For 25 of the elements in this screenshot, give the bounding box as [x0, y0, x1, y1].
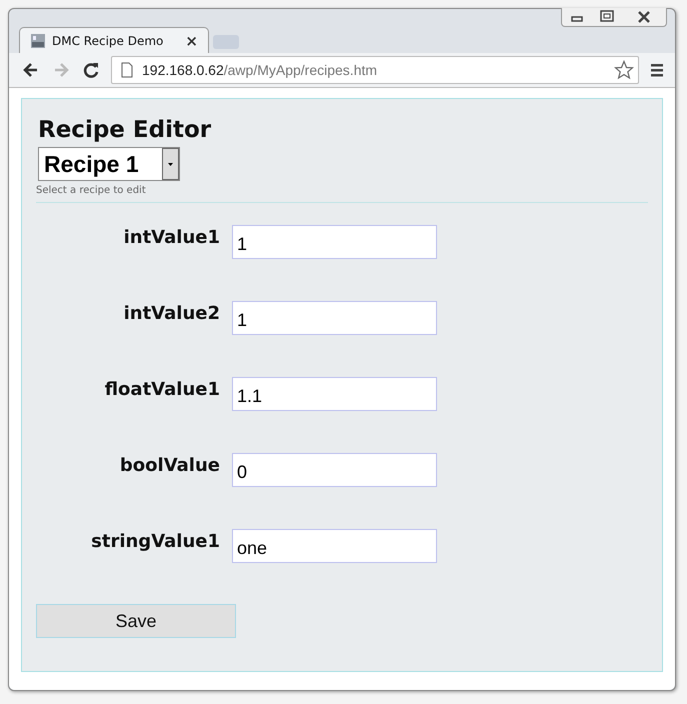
input-field[interactable]: 1 [232, 301, 437, 335]
reload-icon[interactable] [81, 60, 101, 80]
field-label: stringValue1 [90, 530, 220, 552]
save-button[interactable]: Save [36, 604, 236, 638]
address-field[interactable]: 192.168.0.62/awp/MyApp/recipes.htm [111, 56, 639, 84]
select-hint: Select a recipe to edit [36, 185, 147, 196]
input-field[interactable]: 0 [232, 453, 437, 487]
page-title: Recipe Editor [38, 117, 212, 143]
field-label: intValue1 [122, 226, 220, 248]
url-host: 192.168.0.62 [142, 62, 224, 78]
field-label: floatValue1 [104, 378, 220, 400]
url-path: /awp/MyApp/recipes.htm [224, 62, 378, 78]
site-icon [30, 32, 46, 48]
input-field[interactable]: 1.1 [232, 377, 437, 411]
menu-icon[interactable] [649, 62, 665, 78]
tab-close-button[interactable]: × [185, 32, 198, 50]
field-label: intValue2 [122, 302, 220, 324]
recipe-select[interactable]: Recipe 1 [38, 147, 180, 181]
field-label: boolValue [118, 454, 220, 476]
star-icon[interactable] [614, 60, 634, 80]
browser-tab[interactable]: DMC Recipe Demo × [19, 27, 209, 53]
input-field[interactable]: 1 [232, 225, 437, 259]
page-icon [120, 62, 134, 78]
input-field[interactable]: one [232, 529, 437, 563]
tab-title: DMC Recipe Demo [52, 34, 164, 48]
